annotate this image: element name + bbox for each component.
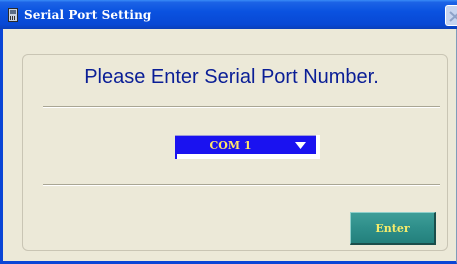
window-title: Serial Port Setting (24, 7, 152, 22)
serial-port-select-container: COM 1 (175, 135, 320, 159)
dialog-heading: Please Enter Serial Port Number. (84, 66, 379, 88)
bottom-divider (43, 184, 440, 186)
title-bar[interactable]: Serial Port Setting (0, 0, 457, 29)
close-button[interactable] (445, 5, 457, 26)
enter-button[interactable]: Enter (350, 212, 436, 245)
serial-port-app-icon (8, 7, 18, 22)
top-divider (43, 106, 440, 108)
serial-port-setting-window: Serial Port Setting Please Enter Serial … (0, 0, 457, 264)
close-icon (449, 11, 457, 22)
dropdown-arrow-icon[interactable] (295, 142, 306, 150)
serial-port-select[interactable]: COM 1 (175, 135, 316, 154)
select-edge-decoration (175, 154, 177, 159)
